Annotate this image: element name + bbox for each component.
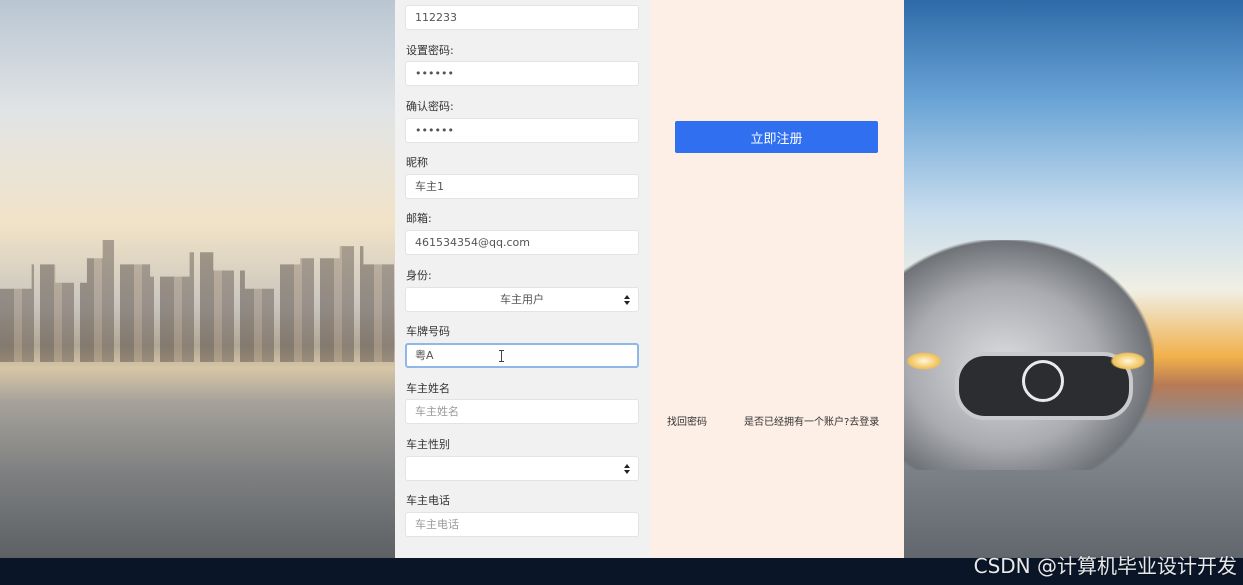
action-panel xyxy=(650,0,904,558)
identity-label: 身份: xyxy=(406,269,432,282)
owner-name-input[interactable]: 车主姓名 xyxy=(405,399,639,424)
confirm-password-label: 确认密码: xyxy=(406,100,454,113)
identity-select-value: 车主用户 xyxy=(500,293,544,306)
car-headlight-left xyxy=(906,352,942,370)
register-button[interactable]: 立即注册 xyxy=(675,121,878,153)
owner-gender-label: 车主性别 xyxy=(406,438,450,451)
plate-label: 车牌号码 xyxy=(406,325,450,338)
select-arrows-icon xyxy=(624,295,630,305)
login-link[interactable]: 是否已经拥有一个账户?去登录 xyxy=(744,413,879,428)
identity-select[interactable]: 车主用户 xyxy=(405,287,639,312)
password-label: 设置密码: xyxy=(406,44,454,57)
text-cursor-icon xyxy=(499,350,504,362)
owner-phone-input[interactable]: 车主电话 xyxy=(405,512,639,537)
email-label: 邮箱: xyxy=(406,212,432,225)
car-headlight-right xyxy=(1110,352,1146,370)
owner-name-label: 车主姓名 xyxy=(406,382,450,395)
confirm-password-input[interactable]: •••••• xyxy=(405,118,639,143)
select-arrows-icon xyxy=(624,464,630,474)
plate-input[interactable]: 粤A xyxy=(405,343,639,368)
watermark-text: CSDN @计算机毕业设计开发 xyxy=(973,554,1237,578)
car-logo xyxy=(1022,360,1064,402)
nickname-label: 昵称 xyxy=(406,156,428,169)
owner-gender-select[interactable] xyxy=(405,456,639,481)
forgot-password-link[interactable]: 找回密码 xyxy=(667,413,707,428)
email-input[interactable]: 461534354@qq.com xyxy=(405,230,639,255)
register-form: 112233 设置密码: •••••• 确认密码: •••••• 昵称 车主1 … xyxy=(395,0,650,558)
owner-phone-label: 车主电话 xyxy=(406,494,450,507)
nickname-input[interactable]: 车主1 xyxy=(405,174,639,199)
account-input[interactable]: 112233 xyxy=(405,5,639,30)
password-input[interactable]: •••••• xyxy=(405,61,639,86)
